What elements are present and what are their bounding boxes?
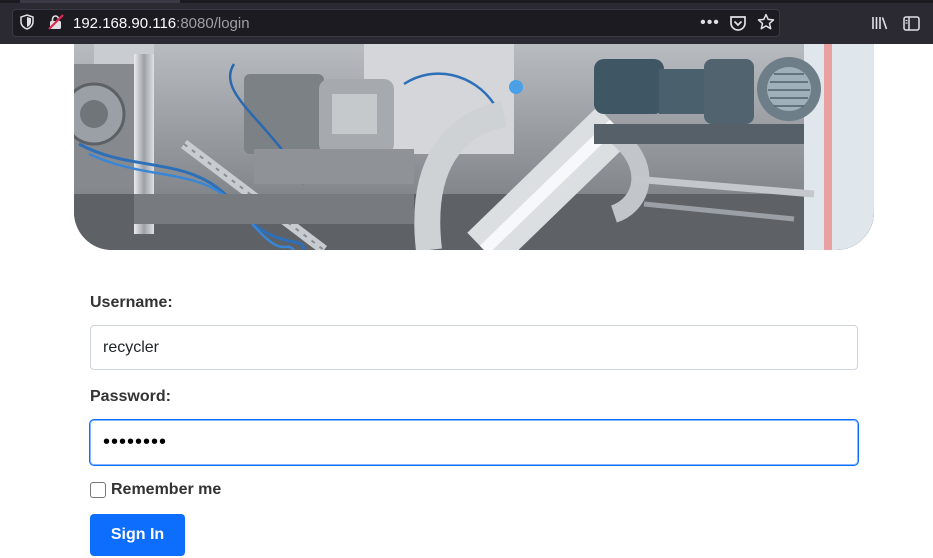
hero-image	[74, 44, 874, 250]
remember-me-checkbox[interactable]	[90, 482, 106, 498]
remember-me-label[interactable]: Remember me	[111, 481, 221, 499]
library-icon[interactable]	[870, 13, 890, 33]
url-text[interactable]: 192.168.90.116:8080/login	[73, 15, 250, 32]
bookmark-star-icon[interactable]	[756, 12, 776, 32]
url-path: :8080/login	[176, 15, 250, 32]
industrial-machinery-image	[74, 44, 874, 250]
sidebar-icon[interactable]	[902, 14, 920, 32]
username-value: recycler	[103, 338, 160, 356]
username-label: Username:	[90, 294, 173, 311]
insecure-lock-icon[interactable]	[48, 14, 64, 30]
url-bar[interactable]: 192.168.90.116:8080/login	[12, 9, 780, 37]
password-label: Password:	[90, 388, 171, 405]
password-value: ••••••••	[103, 431, 168, 453]
username-input[interactable]: recycler	[90, 325, 858, 370]
more-actions-icon[interactable]: •••	[699, 13, 721, 33]
url-host: 192.168.90.116	[73, 15, 177, 32]
remember-me[interactable]: Remember me	[90, 481, 221, 499]
browser-toolbar: 192.168.90.116:8080/login •••	[0, 0, 933, 44]
sign-in-button[interactable]: Sign In	[90, 514, 185, 556]
password-input[interactable]: ••••••••	[90, 420, 858, 465]
pocket-icon[interactable]	[728, 13, 748, 33]
active-tab[interactable]	[20, 0, 180, 3]
shield-icon[interactable]	[20, 14, 34, 30]
